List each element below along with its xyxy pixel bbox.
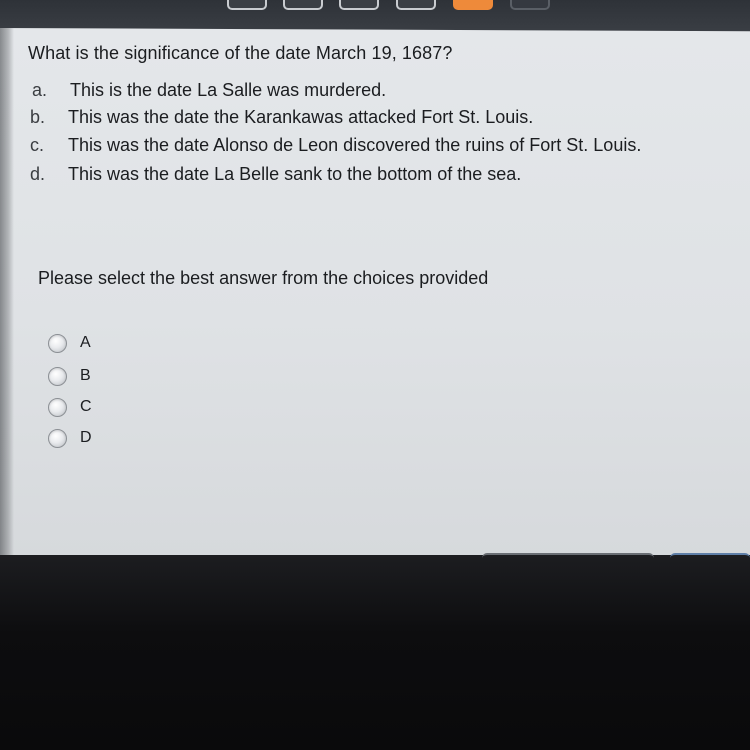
answer-choice-c[interactable]: C — [48, 398, 168, 420]
radio-button[interactable] — [48, 334, 67, 353]
radio-label[interactable]: B — [80, 367, 91, 385]
answer-choice-d[interactable]: D — [48, 429, 168, 451]
radio-label[interactable]: D — [80, 429, 92, 447]
radio-label[interactable]: A — [80, 334, 91, 352]
footer-button[interactable] — [670, 553, 750, 563]
radio-button[interactable] — [48, 398, 67, 417]
radio-button[interactable] — [48, 367, 67, 386]
option-text: This was the date Alonso de Leon discove… — [68, 135, 642, 155]
answer-choice-b[interactable]: B — [48, 367, 168, 389]
answer-choice-a[interactable]: A — [48, 334, 168, 356]
option-text: This was the date the Karankawas attacke… — [68, 107, 534, 127]
option-letter: a. — [32, 80, 48, 100]
bottom-dark-area — [0, 555, 750, 750]
option-letter: c. — [30, 135, 45, 155]
footer-button[interactable] — [482, 553, 654, 563]
answer-prompt: Please select the best answer from the c… — [38, 268, 489, 288]
option-text: This is the date La Salle was murdered. — [70, 80, 387, 100]
radio-button[interactable] — [48, 429, 67, 448]
option-letter: b. — [30, 107, 46, 127]
question-text: What is the significance of the date Mar… — [28, 43, 453, 63]
option-text: This was the date La Belle sank to the b… — [68, 164, 522, 184]
option-letter: d. — [30, 164, 46, 184]
radio-label[interactable]: C — [80, 398, 92, 416]
